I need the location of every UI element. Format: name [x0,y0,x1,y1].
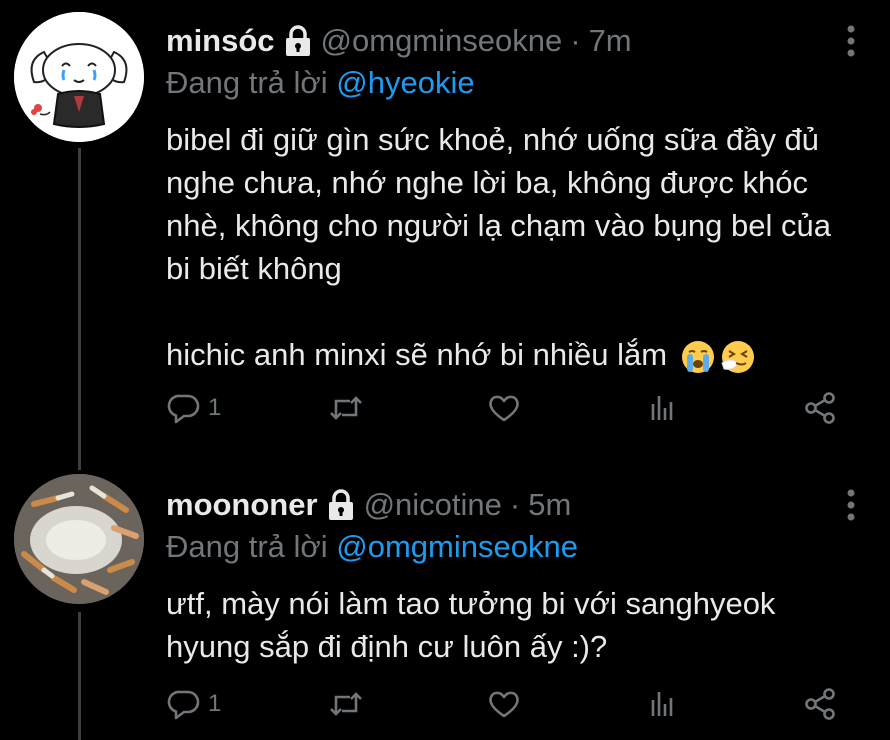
ashtray-photo-avatar [14,474,144,604]
analytics-button[interactable] [644,388,680,428]
sneezing-face-emoji [721,340,754,373]
profile-avatar[interactable] [14,474,144,604]
analytics-icon [651,692,673,716]
tweet[interactable]: minsóc @omgminseokne · 7m Đang trả lời @… [166,20,866,424]
reply-button[interactable]: 1 [166,684,221,724]
cartoon-dog-avatar [14,12,144,142]
mention-link[interactable]: @omgminseokne [336,529,578,564]
tweet-actions: 1 [166,388,856,428]
tweet-text: ưtf, mày nói làm tao tưởng bi với sanghy… [166,582,856,668]
analytics-icon [651,396,673,420]
loudly-crying-face-emoji [681,340,714,373]
tweet-paragraph: ưtf, mày nói làm tao tưởng bi với sanghy… [166,586,776,664]
heart-icon [489,395,519,422]
user-handle[interactable]: @nicotine [364,487,502,523]
separator-dot: · [509,487,521,522]
retweet-button[interactable] [328,388,364,428]
timestamp[interactable]: 5m [528,487,571,523]
analytics-button[interactable] [644,684,680,724]
thread-connector-line [78,612,81,740]
reply-count: 1 [208,394,222,421]
retweet-icon [330,396,362,420]
tweet-paragraph: bibel đi giữ gìn sức khoẻ, nhớ uống sữa … [166,122,831,286]
tweet-actions: 1 [166,684,856,724]
replying-to-label: Đang trả lời [166,65,328,100]
timestamp[interactable]: 7m [589,23,632,59]
replying-to: Đang trả lời @hyeokie [166,62,866,104]
like-button[interactable] [486,684,522,724]
retweet-button[interactable] [328,684,364,724]
like-button[interactable] [486,388,522,428]
more-vertical-icon[interactable] [844,24,858,58]
tweet[interactable]: moononer @nicotine · 5m Đang trả lời @om… [166,484,866,720]
reply-button[interactable]: 1 [166,388,221,428]
display-name[interactable]: minsóc [166,23,275,59]
tweet-paragraph-with-emoji: hichic anh minxi sẽ nhớ bi nhiều lắm [166,333,856,376]
display-name[interactable]: moononer [166,487,318,523]
reply-bubble-icon [167,394,200,424]
tweet-header: moononer @nicotine · 5m [166,484,866,526]
profile-avatar[interactable] [14,12,144,142]
more-vertical-icon[interactable] [844,488,858,522]
user-handle[interactable]: @omgminseokne [321,23,563,59]
separator-dot: · [570,23,581,58]
heart-icon [489,691,519,718]
tweet-paragraph: hichic anh minxi sẽ nhớ bi nhiều lắm [166,337,668,372]
thread-connector-line [78,148,81,470]
replying-to: Đang trả lời @omgminseokne [166,526,866,568]
share-icon [805,688,835,720]
tweet-header: minsóc @omgminseokne · 7m [166,20,866,62]
share-button[interactable] [802,388,838,428]
lock-icon [283,24,313,58]
share-button[interactable] [802,684,838,724]
tweet-text: bibel đi giữ gìn sức khoẻ, nhớ uống sữa … [166,118,856,376]
share-icon [805,392,835,424]
reply-count: 1 [208,690,222,717]
reply-bubble-icon [167,690,200,720]
mention-link[interactable]: @hyeokie [336,65,474,100]
replying-to-label: Đang trả lời [166,529,328,564]
retweet-icon [330,692,362,716]
lock-icon [326,488,356,522]
